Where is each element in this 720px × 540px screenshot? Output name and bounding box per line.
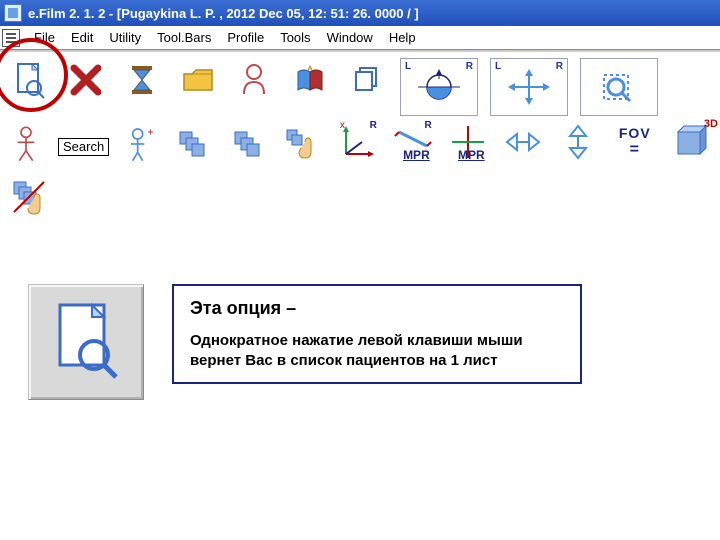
menu-help[interactable]: Help bbox=[381, 27, 424, 48]
pan-lr-tool[interactable] bbox=[503, 120, 544, 164]
document-icon[interactable] bbox=[2, 29, 20, 47]
menu-edit[interactable]: Edit bbox=[63, 27, 101, 48]
orientation-box-1[interactable]: L R bbox=[400, 58, 478, 116]
menu-toolbars[interactable]: Tool.Bars bbox=[149, 27, 219, 48]
title-bar: e.Film 2. 1. 2 - [Pugaykina L. P. , 2012… bbox=[0, 0, 720, 26]
label-l: L bbox=[495, 61, 501, 72]
menu-utility[interactable]: Utility bbox=[101, 27, 149, 48]
stack-pages-button[interactable] bbox=[344, 58, 388, 102]
fov-eq: = bbox=[630, 141, 640, 159]
3d-tool[interactable]: 3D bbox=[671, 120, 712, 164]
callout-text-box: Эта опция – Однократное нажатие левой кл… bbox=[172, 284, 582, 384]
add-patient-tool[interactable]: + bbox=[123, 120, 159, 168]
zoom-box[interactable] bbox=[580, 58, 658, 116]
app-icon bbox=[4, 4, 22, 22]
fov-tool[interactable]: FOV = bbox=[612, 120, 657, 164]
mpr-label: MPR bbox=[403, 148, 430, 162]
layout-grid-2[interactable] bbox=[228, 120, 269, 164]
callout-big-icon bbox=[28, 284, 144, 400]
menu-bar: File Edit Utility Tool.Bars Profile Tool… bbox=[0, 26, 720, 50]
layout-grid-hand[interactable] bbox=[283, 120, 324, 164]
fov-label: FOV bbox=[619, 125, 651, 141]
callout-region: Эта опция – Однократное нажатие левой кл… bbox=[0, 284, 720, 400]
mpr-label: MPR bbox=[458, 148, 485, 162]
book-button[interactable] bbox=[288, 58, 332, 102]
orientation-box-2[interactable]: L R bbox=[490, 58, 568, 116]
silhouette-button[interactable] bbox=[232, 58, 276, 102]
patients-tool[interactable] bbox=[8, 120, 44, 168]
label-r: R bbox=[466, 61, 473, 72]
stack-hand-cross-tool[interactable] bbox=[8, 174, 52, 218]
menu-window[interactable]: Window bbox=[319, 27, 381, 48]
callout-heading: Эта опция – bbox=[190, 298, 564, 319]
toolbar-row-1: L R L R bbox=[0, 52, 720, 118]
menu-profile[interactable]: Profile bbox=[219, 27, 272, 48]
search-label[interactable]: Search bbox=[58, 138, 109, 156]
menu-file[interactable]: File bbox=[26, 27, 63, 48]
layout-grid-1[interactable] bbox=[173, 120, 214, 164]
close-x-button[interactable] bbox=[64, 58, 108, 102]
menu-tools[interactable]: Tools bbox=[272, 27, 318, 48]
label-r: R bbox=[556, 61, 563, 72]
mpr-tool-2[interactable]: MPR bbox=[448, 120, 489, 164]
toolbar-row-2: Search + x R bbox=[0, 118, 720, 174]
mpr-tool-1[interactable]: R MPR bbox=[393, 120, 434, 164]
toolbar-row-3 bbox=[0, 174, 720, 220]
label-l: L bbox=[405, 61, 411, 72]
callout-body: Однократное нажатие левой клавиши мыши в… bbox=[190, 331, 564, 370]
folder-button[interactable] bbox=[176, 58, 220, 102]
pan-ud-tool[interactable] bbox=[558, 120, 599, 164]
3d-label: 3D bbox=[704, 118, 718, 130]
svg-text:+: + bbox=[148, 128, 154, 139]
hourglass-button[interactable] bbox=[120, 58, 164, 102]
window-title: e.Film 2. 1. 2 - [Pugaykina L. P. , 2012… bbox=[28, 6, 419, 21]
patient-list-button[interactable] bbox=[8, 58, 52, 102]
axes-tool-1[interactable]: x R bbox=[338, 120, 379, 164]
